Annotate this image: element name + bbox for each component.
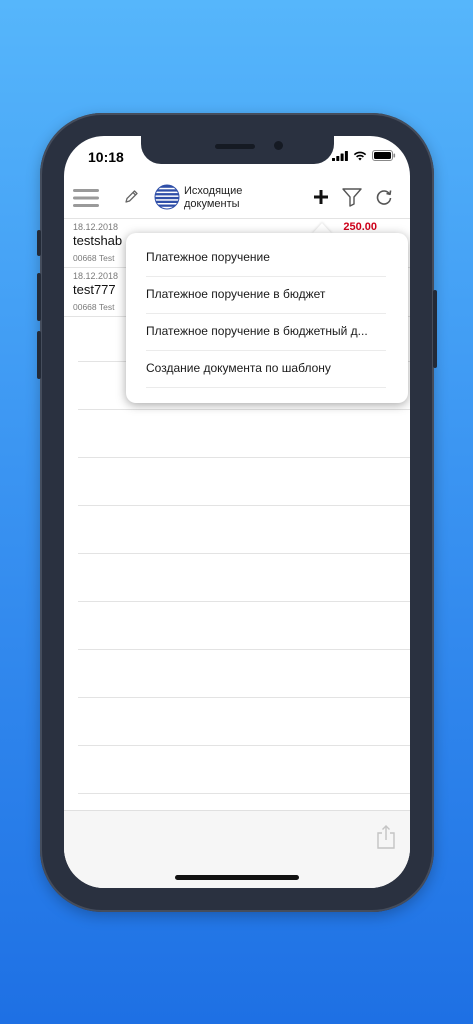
empty-row-divider xyxy=(78,409,410,410)
menu-item-payment-order[interactable]: Платежное поручение xyxy=(146,239,386,277)
toolbar: Исходящие документы xyxy=(64,182,410,218)
speaker xyxy=(215,144,255,149)
document-date: 18.12.2018 xyxy=(73,222,119,232)
menu-button[interactable] xyxy=(73,187,99,209)
document-amount: 250.00 xyxy=(343,221,377,233)
filter-icon xyxy=(342,188,362,207)
empty-row-divider xyxy=(78,649,410,650)
refresh-icon xyxy=(376,190,392,205)
wifi-icon xyxy=(353,151,367,160)
status-icons xyxy=(332,150,396,161)
menu-item-create-from-template[interactable]: Создание документа по шаблону xyxy=(146,350,386,388)
add-document-button[interactable] xyxy=(312,188,330,206)
empty-row-divider xyxy=(78,553,410,554)
share-button[interactable] xyxy=(376,824,396,850)
page-title-line2: документы xyxy=(184,198,240,210)
home-indicator xyxy=(175,875,299,880)
mute-switch xyxy=(37,230,41,256)
empty-row-divider xyxy=(78,601,410,602)
document-subtitle: 00668 Test xyxy=(73,302,115,312)
add-document-menu: Платежное поручение Платежное поручение … xyxy=(126,233,408,403)
volume-up-button xyxy=(37,273,41,321)
empty-row-divider xyxy=(78,697,410,698)
camera xyxy=(274,141,283,150)
edit-button[interactable] xyxy=(122,188,140,206)
notch xyxy=(141,136,334,164)
document-name: test777 xyxy=(73,282,116,297)
empty-row-divider xyxy=(78,745,410,746)
side-button xyxy=(433,290,437,368)
app-screen: 10:18 Исходящие документы 18.12.2018 tes… xyxy=(64,136,410,888)
refresh-button[interactable] xyxy=(374,187,394,207)
status-time: 10:18 xyxy=(88,149,124,165)
battery-icon xyxy=(372,150,396,161)
empty-row-divider xyxy=(78,505,410,506)
menu-item-payment-order-budget[interactable]: Платежное поручение в бюджет xyxy=(146,276,386,314)
empty-row-divider xyxy=(78,457,410,458)
signal-icon xyxy=(332,150,348,161)
pencil-icon xyxy=(125,190,138,203)
document-name: testshab xyxy=(73,233,123,248)
document-date: 18.12.2018 xyxy=(73,271,119,281)
menu-item-payment-order-budget-doc[interactable]: Платежное поручение в бюджетный д... xyxy=(146,313,386,351)
hamburger-icon xyxy=(73,189,99,207)
volume-down-button xyxy=(37,331,41,379)
plus-icon xyxy=(314,190,328,204)
empty-row-divider xyxy=(78,793,410,794)
page-title: Исходящие документы xyxy=(184,185,242,211)
filter-button[interactable] xyxy=(341,186,363,208)
bank-logo xyxy=(154,184,180,210)
share-icon xyxy=(377,825,395,849)
bank-logo-icon xyxy=(154,184,180,210)
page-title-line1: Исходящие xyxy=(184,185,243,197)
document-subtitle: 00668 Test xyxy=(73,253,115,263)
